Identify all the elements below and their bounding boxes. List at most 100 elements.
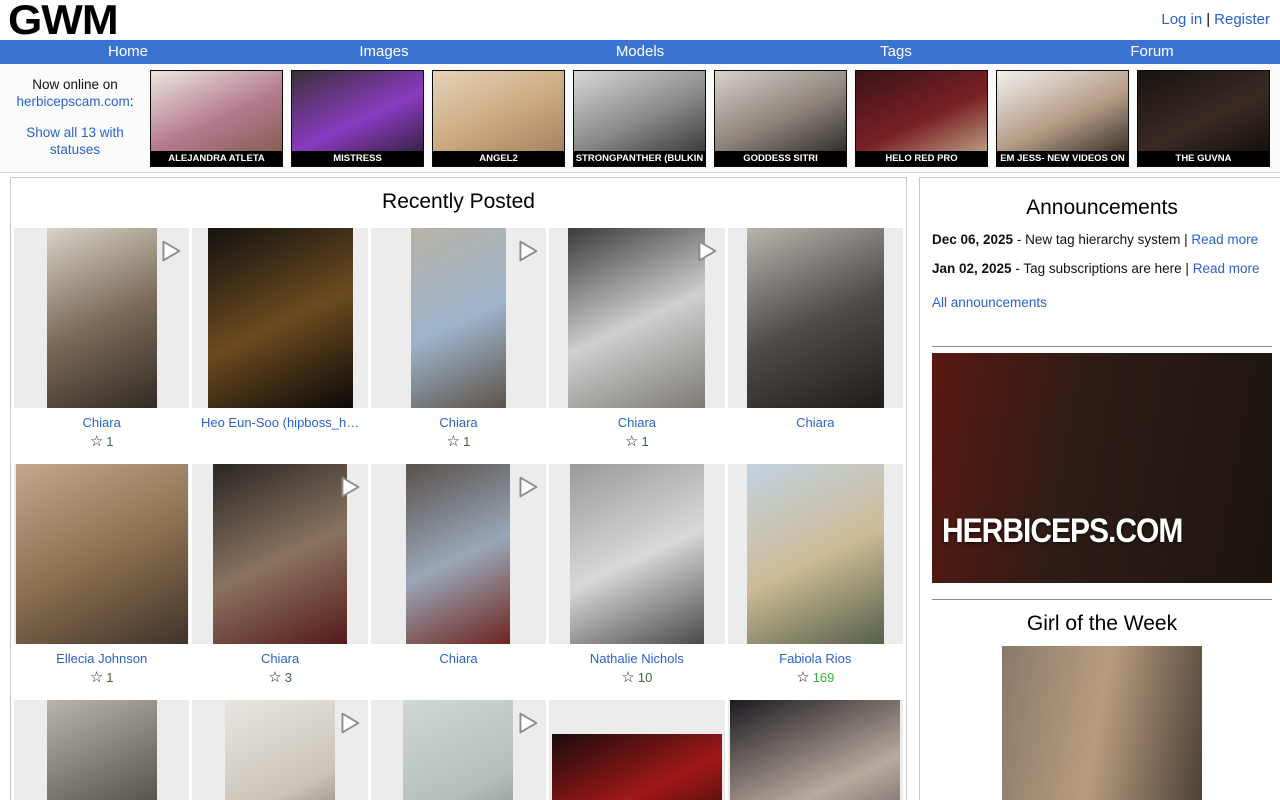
post-cell: Chiara [728, 228, 903, 450]
star-icon: ☆ [447, 433, 460, 450]
online-model-thumb[interactable]: GODDESS SITRI [714, 70, 847, 167]
online-model-thumb[interactable]: EM JESS- NEW VIDEOS ON [996, 70, 1129, 167]
post-image [16, 464, 188, 644]
announcements-title: Announcements [932, 196, 1272, 220]
announcements-list: Dec 06, 2025 - New tag hierarchy system … [932, 231, 1272, 278]
model-name-link[interactable]: Chiara [796, 415, 834, 430]
online-model-name: THE GUVNA [1138, 151, 1269, 166]
post-thumbnail[interactable] [371, 700, 546, 800]
post-image [747, 464, 884, 644]
post-image [730, 700, 900, 800]
online-strip: Now online on herbicepscam.com: Show all… [0, 64, 1280, 173]
post-image [213, 464, 347, 644]
play-video-icon[interactable] [155, 236, 185, 266]
girl-of-week-image[interactable] [1002, 646, 1202, 800]
post-thumbnail[interactable] [371, 228, 546, 408]
play-video-icon[interactable] [512, 472, 542, 502]
post-thumbnail[interactable] [728, 464, 903, 644]
post-cell [371, 700, 546, 800]
announcement-read-more-link[interactable]: Read more [1191, 232, 1258, 247]
model-name-link[interactable]: Heo Eun-Soo (hipboss_h… [201, 415, 359, 430]
nav-item-forum[interactable]: Forum [1024, 40, 1280, 64]
star-count-value: 3 [285, 670, 292, 685]
post-cell [728, 700, 903, 800]
online-intro-colon: : [130, 94, 134, 109]
online-model-thumb[interactable]: HELO RED PRO [855, 70, 988, 167]
post-cell: Chiara☆1 [549, 228, 724, 450]
play-video-icon[interactable] [334, 472, 364, 502]
online-model-name: ALEJANDRA ATLETA [151, 151, 282, 166]
post-image [747, 228, 884, 408]
star-icon: ☆ [268, 669, 281, 686]
star-count: ☆1 [90, 432, 114, 450]
recently-posted-panel: Recently Posted Chiara☆1Heo Eun-Soo (hip… [10, 177, 907, 800]
star-count-value: 169 [813, 670, 835, 685]
post-cell: Chiara☆3 [192, 464, 367, 686]
herbicepscam-link[interactable]: herbicepscam.com [16, 94, 129, 109]
post-thumbnail[interactable] [549, 464, 724, 644]
post-image [225, 700, 335, 800]
model-name-link[interactable]: Fabiola Rios [779, 651, 851, 666]
post-thumbnail[interactable] [192, 700, 367, 800]
model-name-link[interactable]: Chiara [439, 651, 477, 666]
play-video-icon[interactable] [691, 236, 721, 266]
star-count-value: 1 [463, 434, 470, 449]
content-columns: Recently Posted Chiara☆1Heo Eun-Soo (hip… [0, 173, 1280, 800]
online-model-name: HELO RED PRO [856, 151, 987, 166]
post-cell [192, 700, 367, 800]
site-logo[interactable]: GWM [8, 0, 118, 44]
main-nav: HomeImagesModelsTagsForum [0, 40, 1280, 64]
online-model-thumb[interactable]: STRONGPANTHER (BULKIN [573, 70, 706, 167]
show-all-statuses-link[interactable]: Show all 13 with statuses [26, 125, 124, 157]
register-link[interactable]: Register [1214, 11, 1270, 28]
post-image [47, 700, 157, 800]
online-model-thumb[interactable]: ALEJANDRA ATLETA [150, 70, 283, 167]
all-announcements-link[interactable]: All announcements [932, 295, 1047, 310]
model-name-link[interactable]: Chiara [83, 415, 121, 430]
post-cell: Fabiola Rios☆169 [728, 464, 903, 686]
play-video-icon[interactable] [334, 708, 364, 738]
post-cell: Ellecia Johnson☆1 [14, 464, 189, 686]
post-cell: Chiara [371, 464, 546, 686]
post-thumbnail[interactable] [14, 228, 189, 408]
post-image [570, 464, 704, 644]
model-name-link[interactable]: Nathalie Nichols [590, 651, 684, 666]
post-cell [549, 700, 724, 800]
post-thumbnail[interactable] [728, 700, 903, 800]
page-header: GWM Log in|Register [0, 0, 1280, 40]
star-count-value: 1 [642, 434, 649, 449]
announcement-date: Jan 02, 2025 [932, 261, 1012, 276]
star-count-value: 10 [638, 670, 652, 685]
play-video-icon[interactable] [512, 708, 542, 738]
post-thumbnail[interactable] [371, 464, 546, 644]
login-link[interactable]: Log in [1161, 11, 1202, 28]
post-image [47, 228, 157, 408]
model-name-link[interactable]: Ellecia Johnson [56, 651, 147, 666]
nav-item-images[interactable]: Images [256, 40, 512, 64]
post-thumbnail[interactable] [192, 228, 367, 408]
herbiceps-banner-brand: HERBICEPS.COM [942, 512, 1182, 551]
play-video-icon[interactable] [512, 236, 542, 266]
online-model-thumb[interactable]: THE GUVNA [1137, 70, 1270, 167]
post-thumbnail[interactable] [728, 228, 903, 408]
post-thumbnail[interactable] [14, 464, 189, 644]
model-name-link[interactable]: Chiara [439, 415, 477, 430]
model-name-link[interactable]: Chiara [261, 651, 299, 666]
post-thumbnail[interactable] [549, 228, 724, 408]
post-thumbnail[interactable] [192, 464, 367, 644]
herbiceps-banner[interactable]: HERBICEPS.COM [932, 353, 1272, 583]
online-model-thumb[interactable]: ANGEL2 [432, 70, 565, 167]
nav-item-models[interactable]: Models [512, 40, 768, 64]
recently-posted-grid: Chiara☆1Heo Eun-Soo (hipboss_h…Chiara☆1C… [11, 224, 906, 800]
announcement-read-more-link[interactable]: Read more [1193, 261, 1260, 276]
nav-item-tags[interactable]: Tags [768, 40, 1024, 64]
post-thumbnail[interactable] [14, 700, 189, 800]
post-thumbnail[interactable] [549, 700, 724, 800]
model-name-link[interactable]: Chiara [618, 415, 656, 430]
online-model-thumb[interactable]: MISTRESS [291, 70, 424, 167]
star-icon: ☆ [90, 669, 103, 686]
star-count: ☆3 [268, 668, 292, 686]
sidebar: Announcements Dec 06, 2025 - New tag hie… [919, 177, 1280, 800]
star-count-value: 1 [106, 434, 113, 449]
announcement-date: Dec 06, 2025 [932, 232, 1013, 247]
